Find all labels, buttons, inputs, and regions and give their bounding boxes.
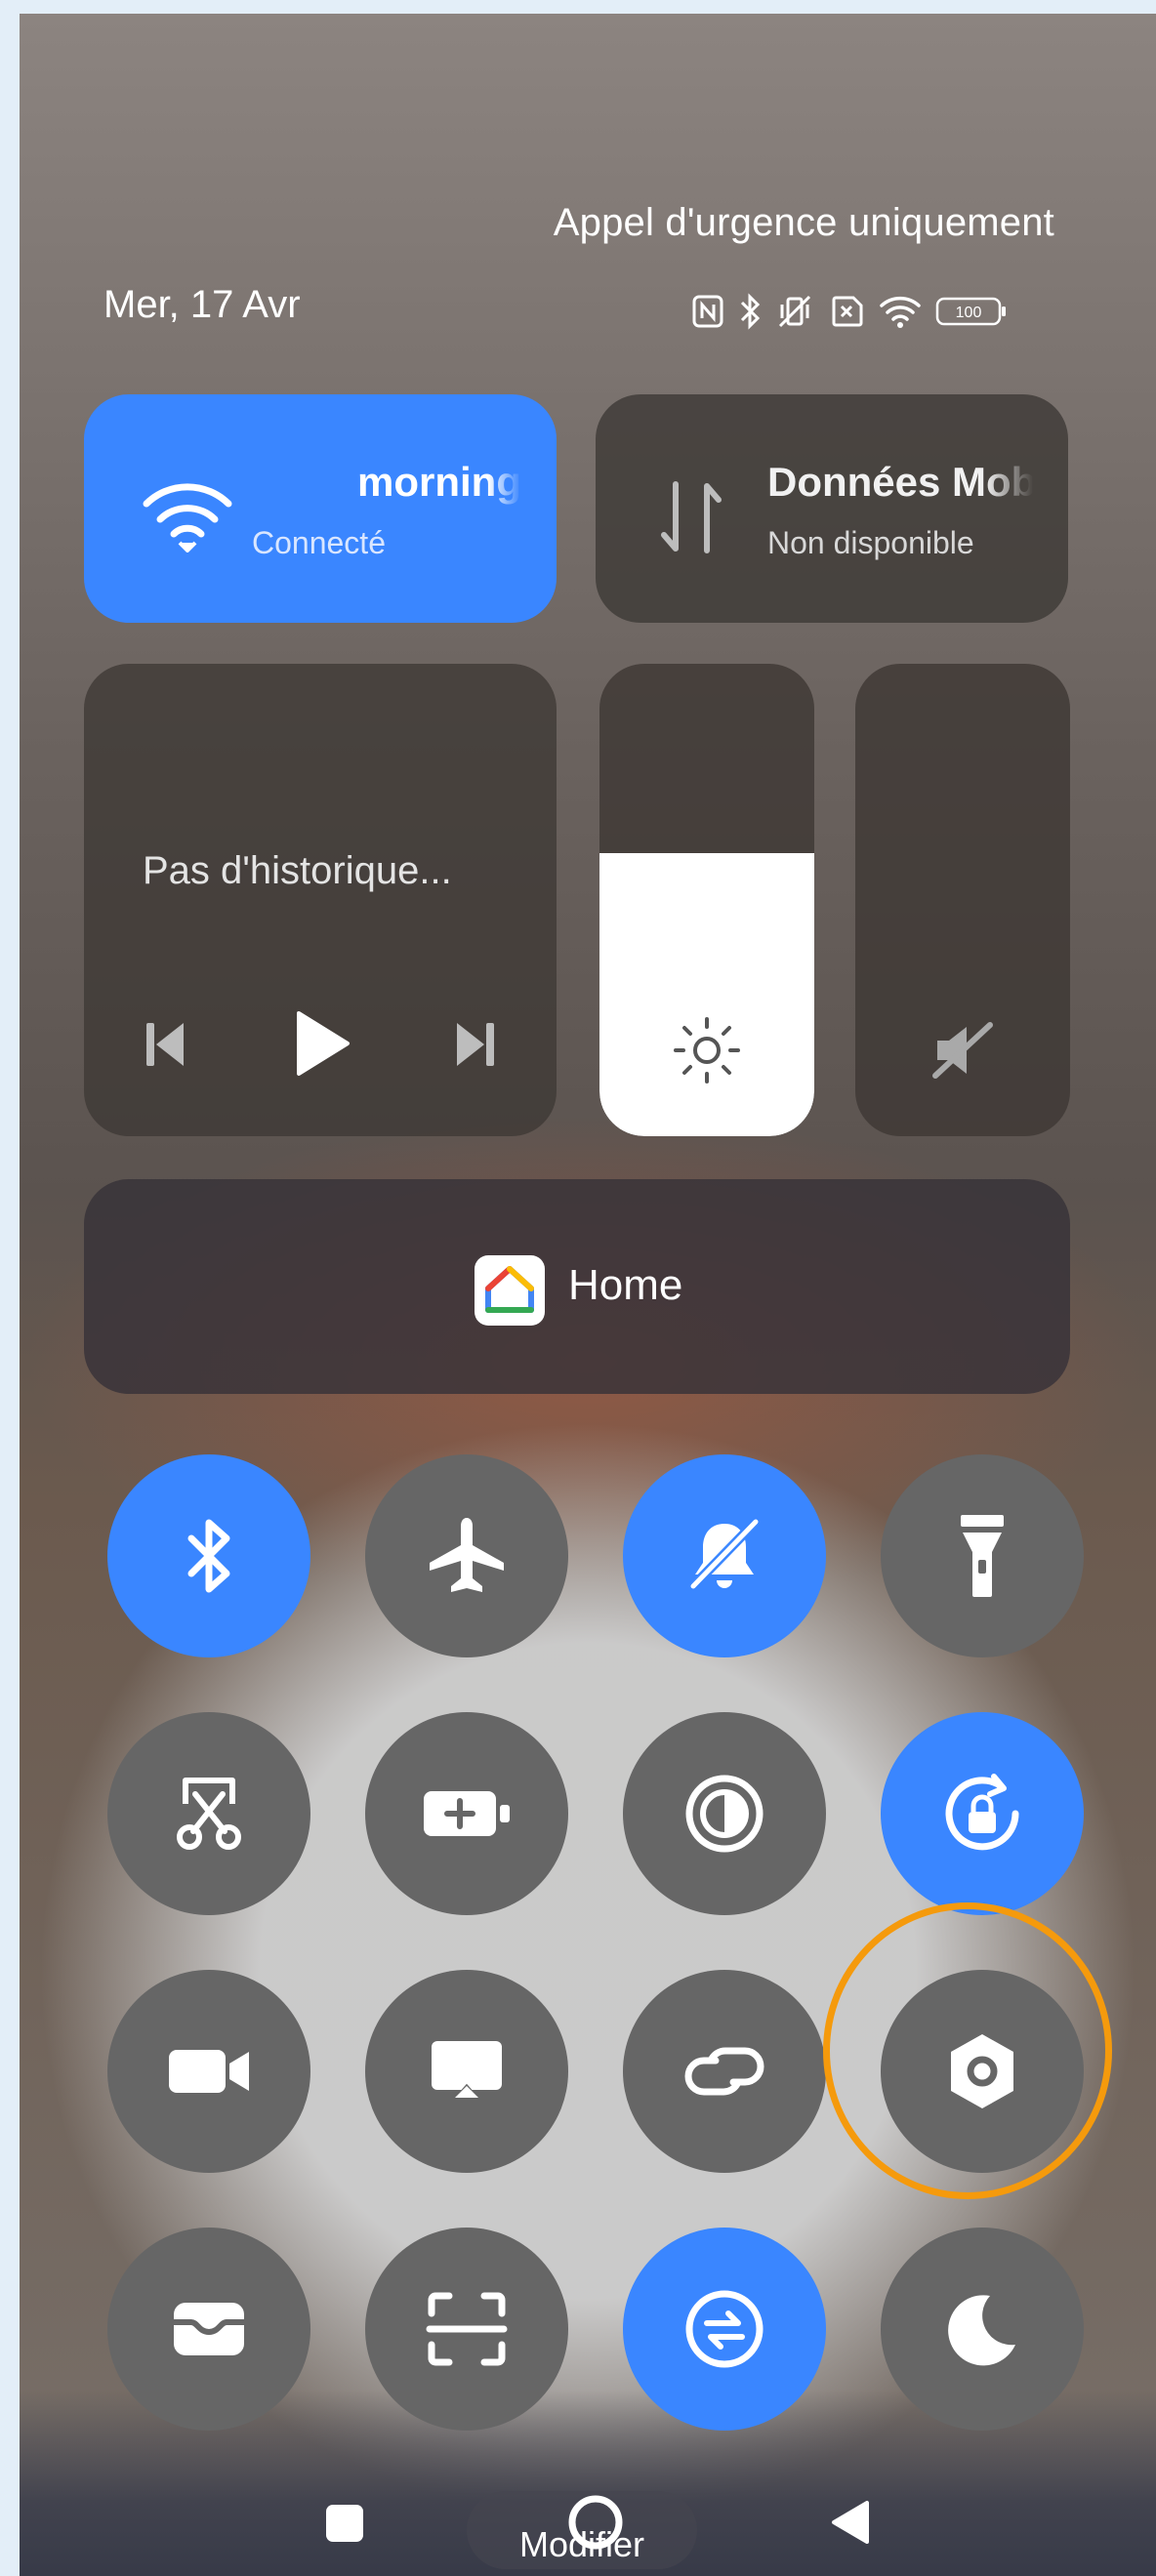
contrast-icon <box>683 1773 765 1855</box>
previous-track-icon[interactable] <box>144 1019 187 1075</box>
scan-icon <box>426 2290 508 2368</box>
battery-level-text: 100 <box>956 305 982 321</box>
battery-icon: 100 <box>935 295 1008 328</box>
contrast-toggle[interactable] <box>623 1712 826 1915</box>
airplane-mode-toggle[interactable] <box>365 1454 568 1657</box>
media-title-text: Pas d'historique... <box>143 849 452 892</box>
bluetooth-icon <box>738 293 762 330</box>
wallet-toggle[interactable] <box>107 2228 310 2431</box>
no-sim-icon <box>828 295 865 328</box>
volume-muted-icon <box>929 1019 998 1086</box>
back-triangle-icon[interactable] <box>828 2499 871 2551</box>
wifi-card[interactable] <box>84 394 557 623</box>
wifi-status-text: Connecté <box>252 525 386 560</box>
edit-label[interactable]: Modifier <box>467 2524 697 2565</box>
cast-toggle[interactable] <box>365 1970 568 2173</box>
recents-square-icon[interactable] <box>324 2503 365 2549</box>
brightness-slider[interactable] <box>599 664 814 1136</box>
wifi-icon <box>141 478 234 557</box>
rotation-lock-icon <box>939 1771 1025 1857</box>
wifi-icon <box>879 294 922 329</box>
google-home-icon <box>475 1255 545 1330</box>
emergency-calls-only-text: Appel d'urgence uniquement <box>553 201 1054 244</box>
screenshot-toggle[interactable] <box>107 1712 310 1915</box>
mobile-data-arrows-icon <box>658 478 726 561</box>
bluetooth-toggle[interactable] <box>107 1454 310 1657</box>
sun-icon <box>672 1015 742 1090</box>
battery-saver-icon <box>420 1785 514 1842</box>
status-icons: 100 <box>691 289 1008 334</box>
flashlight-toggle[interactable] <box>881 1454 1084 1657</box>
airplane-icon <box>425 1514 509 1598</box>
play-icon[interactable] <box>293 1009 351 1083</box>
vibrate-off-icon <box>775 293 814 330</box>
nfc-icon <box>691 294 724 329</box>
wallet-icon <box>170 2297 248 2361</box>
wifi-network-name: morning <box>357 459 521 505</box>
sync-toggle[interactable] <box>623 2228 826 2431</box>
link-share-toggle[interactable] <box>623 1970 826 2173</box>
bell-mute-icon <box>685 1516 764 1596</box>
home-label: Home <box>568 1261 683 1309</box>
bluetooth-icon <box>180 1517 238 1595</box>
mobile-data-title: Données Mobiles <box>767 459 1033 505</box>
moon-icon <box>945 2290 1019 2368</box>
mobile-data-status-text: Non disponible <box>767 525 974 560</box>
screenshot-scissors-icon <box>172 1775 246 1853</box>
flashlight-icon <box>959 1513 1006 1599</box>
link-icon <box>681 2037 768 2106</box>
sync-icon <box>681 2286 767 2372</box>
screen-record-icon <box>167 2044 251 2099</box>
rotation-lock-toggle[interactable] <box>881 1712 1084 1915</box>
brightness-fill <box>599 852 814 1136</box>
battery-saver-toggle[interactable] <box>365 1712 568 1915</box>
mute-notifications-toggle[interactable] <box>623 1454 826 1657</box>
mobile-data-card[interactable] <box>596 394 1068 623</box>
screen-recorder-toggle[interactable] <box>107 1970 310 2173</box>
dark-mode-toggle[interactable] <box>881 2228 1084 2431</box>
date-text: Mer, 17 Avr <box>103 283 301 326</box>
cast-icon <box>428 2037 506 2106</box>
highlight-ring <box>823 1902 1112 2199</box>
next-track-icon[interactable] <box>453 1019 496 1075</box>
media-player-card[interactable] <box>84 664 557 1136</box>
volume-slider[interactable] <box>855 664 1070 1136</box>
scanner-toggle[interactable] <box>365 2228 568 2431</box>
